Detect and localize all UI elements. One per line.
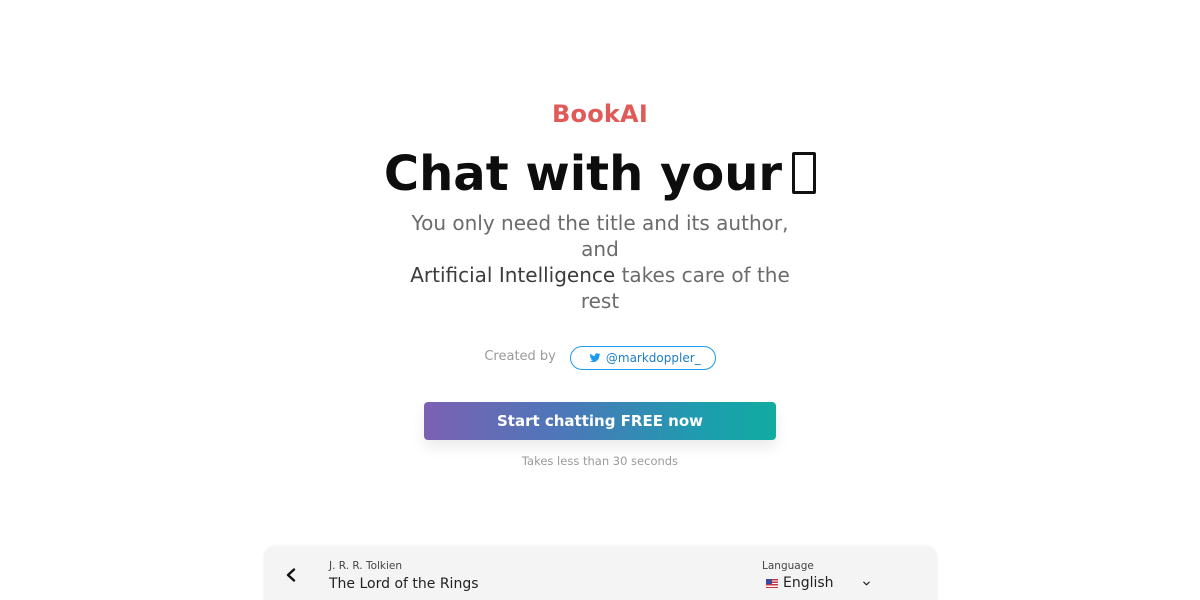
headline-text: Chat with your	[383, 146, 783, 202]
back-arrow-icon[interactable]	[284, 568, 298, 582]
subtitle-line-1: You only need the title and its author,	[411, 211, 789, 235]
us-flag-icon	[766, 578, 778, 588]
book-icon	[792, 152, 817, 194]
subtitle-line-4: rest	[580, 289, 620, 313]
subtitle-ai-highlight: Artificial Intelligence	[410, 263, 616, 287]
book-title: The Lord of the Rings	[329, 576, 479, 592]
language-select[interactable]: English	[766, 575, 871, 591]
twitter-handle: @markdoppler_	[605, 351, 701, 365]
brand-logo-text: BookAI	[552, 100, 648, 128]
created-by-label: Created by	[484, 349, 556, 364]
chat-header-preview: J. R. R. Tolkien The Lord of the Rings L…	[264, 546, 937, 600]
landing-page: BookAI Chat with your You only need the …	[0, 0, 1200, 600]
language-value: English	[783, 575, 834, 591]
twitter-icon	[589, 353, 601, 363]
language-label: Language	[762, 560, 814, 572]
cta-note: Takes less than 30 seconds	[521, 454, 679, 468]
chevron-down-icon	[862, 581, 870, 585]
headline: Chat with your	[0, 145, 1200, 203]
subtitle: You only need the title and its author, …	[0, 210, 1200, 314]
subtitle-line-3: Artificial Intelligence takes care of th…	[0, 262, 1200, 288]
subtitle-line-3-rest: takes care of the	[615, 263, 790, 287]
created-by: Created by @markdoppler_	[0, 346, 1200, 370]
twitter-link-button[interactable]: @markdoppler_	[569, 346, 716, 370]
start-chatting-button[interactable]: Start chatting FREE now	[424, 402, 776, 440]
book-author: J. R. R. Tolkien	[329, 560, 403, 572]
subtitle-line-2: and	[581, 237, 619, 261]
